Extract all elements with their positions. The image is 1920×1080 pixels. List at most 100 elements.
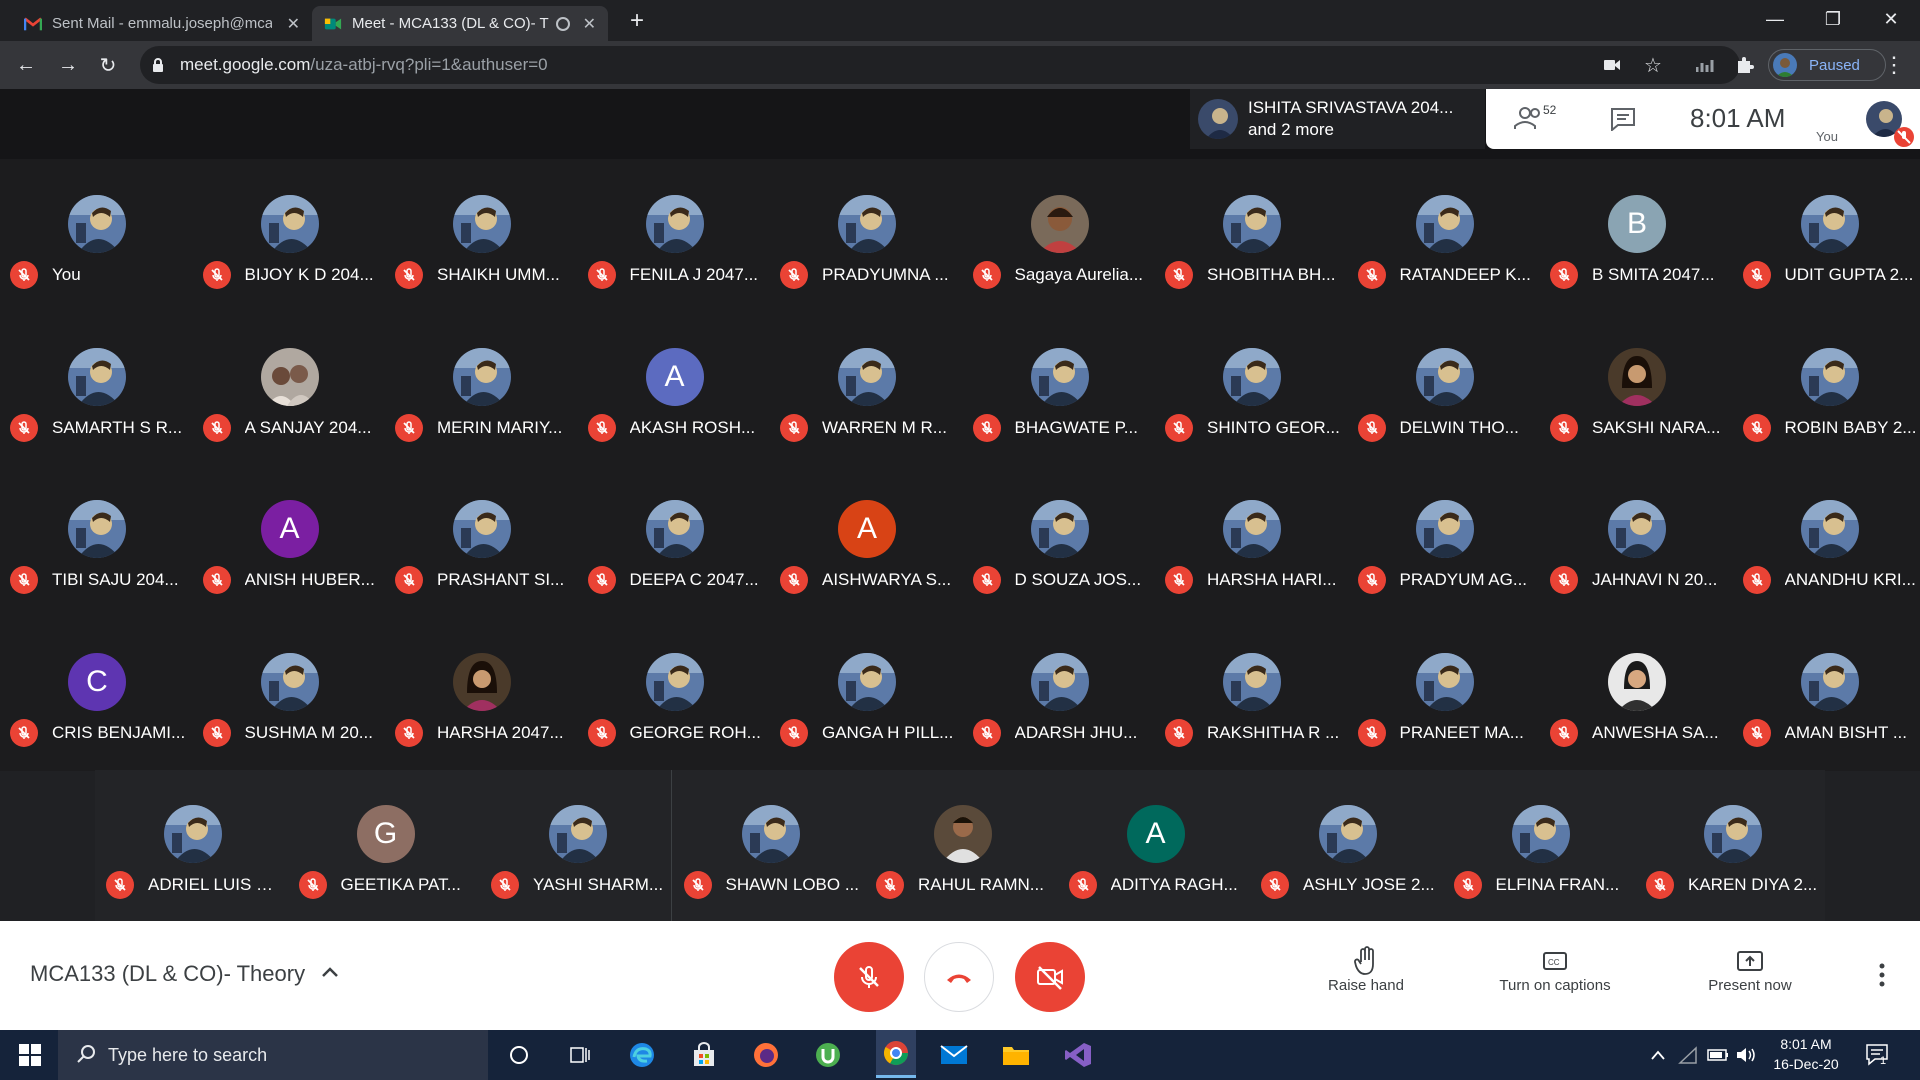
reload-button[interactable]: ↻ <box>92 49 124 81</box>
participant-tile[interactable]: PRADYUMNA ... <box>770 159 962 311</box>
firefox-icon[interactable] <box>750 1039 782 1071</box>
mic-off-icon <box>780 261 808 289</box>
participant-tile[interactable]: ANANDHU KRI... <box>1733 464 1920 616</box>
lock-icon[interactable] <box>148 55 168 75</box>
close-tab-icon[interactable]: ✕ <box>583 14 596 34</box>
tab-gmail[interactable]: Sent Mail - emmalu.joseph@mca ✕ <box>12 6 312 41</box>
present-now-button[interactable]: Present now <box>1690 945 1810 1009</box>
file-explorer-icon[interactable] <box>1000 1039 1032 1071</box>
participant-tile[interactable]: D SOUZA JOS... <box>963 464 1155 616</box>
store-icon[interactable] <box>688 1039 720 1071</box>
participant-tile[interactable]: GEORGE ROH... <box>578 617 770 769</box>
participant-tile[interactable]: PRADYUM AG... <box>1348 464 1540 616</box>
participant-tile[interactable]: SHAWN LOBO ... <box>674 769 866 921</box>
participant-tile[interactable]: ADARSH JHU... <box>963 617 1155 769</box>
participant-tile[interactable]: A ADITYA RAGH... <box>1059 769 1251 921</box>
participant-tile[interactable]: SUSHMA M 20... <box>193 617 385 769</box>
camera-icon[interactable] <box>1602 55 1622 75</box>
participant-tile[interactable]: PRANEET MA... <box>1348 617 1540 769</box>
participant-tile[interactable]: RAKSHITHA R ... <box>1155 617 1347 769</box>
leave-call-button[interactable] <box>924 942 994 1012</box>
more-options-icon[interactable] <box>1870 955 1894 995</box>
participant-tile[interactable]: ADRIEL LUIS G... <box>96 769 288 921</box>
participant-tile[interactable]: DELWIN THO... <box>1348 312 1540 464</box>
visual-studio-icon[interactable] <box>1062 1039 1094 1071</box>
participant-tile[interactable]: UDIT GUPTA 2... <box>1733 159 1920 311</box>
participant-tile[interactable]: SAKSHI NARA... <box>1540 312 1732 464</box>
participant-tile[interactable]: PRASHANT SI... <box>385 464 577 616</box>
participant-tile[interactable]: RATANDEEP K... <box>1348 159 1540 311</box>
chrome-taskbar-icon[interactable] <box>876 1030 916 1078</box>
participant-tile[interactable]: Sagaya Aurelia... <box>963 159 1155 311</box>
participant-tile[interactable]: HARSHA 2047... <box>385 617 577 769</box>
edge-icon[interactable] <box>626 1039 658 1071</box>
task-view-icon[interactable] <box>564 1039 596 1071</box>
mic-off-icon <box>1646 871 1674 899</box>
restore-button[interactable]: ❐ <box>1804 0 1862 38</box>
participant-tile[interactable]: A ANISH HUBER... <box>193 464 385 616</box>
participant-name: ELFINA FRAN... <box>1495 875 1620 894</box>
participant-tile[interactable]: HARSHA HARI... <box>1155 464 1347 616</box>
participant-tile[interactable]: MERIN MARIY... <box>385 312 577 464</box>
back-button[interactable]: ← <box>10 49 42 81</box>
participant-tile[interactable]: ANWESHA SA... <box>1540 617 1732 769</box>
participant-tile[interactable]: A AISHWARYA S... <box>770 464 962 616</box>
taskbar-search-box[interactable]: Type here to search <box>58 1030 488 1080</box>
extensions-icon[interactable] <box>1729 49 1761 81</box>
chat-icon[interactable] <box>1610 107 1636 136</box>
participant-tile[interactable]: G GEETIKA PAT... <box>289 769 481 921</box>
notification-icon[interactable]: 1 <box>1862 1039 1894 1071</box>
participant-tile[interactable]: SHOBITHA BH... <box>1155 159 1347 311</box>
participant-tile[interactable]: ASHLY JOSE 2... <box>1251 769 1443 921</box>
profile-button[interactable]: Paused <box>1768 49 1886 81</box>
tray-chevron-icon[interactable] <box>1648 1039 1668 1071</box>
participant-tile[interactable]: A AKASH ROSH... <box>578 312 770 464</box>
participant-tile[interactable]: SHINTO GEOR... <box>1155 312 1347 464</box>
participant-tile[interactable]: ROBIN BABY 2... <box>1733 312 1920 464</box>
utorrent-icon[interactable] <box>812 1039 844 1071</box>
meeting-title[interactable]: MCA133 (DL & CO)- Theory <box>30 961 305 987</box>
metrics-icon[interactable] <box>1690 49 1722 81</box>
captions-button[interactable]: CC Turn on captions <box>1480 945 1630 1009</box>
close-window-button[interactable]: ✕ <box>1862 0 1920 38</box>
people-icon[interactable] <box>1514 105 1544 136</box>
participant-tile[interactable]: AMAN BISHT ... <box>1733 617 1920 769</box>
participant-tile[interactable]: You <box>0 159 192 311</box>
battery-icon[interactable] <box>1706 1039 1730 1071</box>
browser-menu-icon[interactable]: ⋮ <box>1878 49 1910 81</box>
participant-tile[interactable]: BHAGWATE P... <box>963 312 1155 464</box>
network-icon[interactable] <box>1676 1039 1700 1071</box>
address-bar[interactable]: meet.google.com/uza-atbj-rvq?pli=1&authu… <box>140 46 1740 84</box>
participant-tile[interactable]: C CRIS BENJAMI... <box>0 617 192 769</box>
participant-tile[interactable]: TIBI SAJU 204... <box>0 464 192 616</box>
participant-tile[interactable]: JAHNAVI N 20... <box>1540 464 1732 616</box>
participant-tile[interactable]: DEEPA C 2047... <box>578 464 770 616</box>
raise-hand-button[interactable]: Raise hand <box>1306 945 1426 1009</box>
chevron-up-icon[interactable] <box>318 961 342 985</box>
participant-tile[interactable]: BIJOY K D 204... <box>193 159 385 311</box>
participant-tile[interactable]: ELFINA FRAN... <box>1444 769 1636 921</box>
windows-start-icon[interactable] <box>14 1039 46 1071</box>
participant-tile[interactable]: SHAIKH UMM... <box>385 159 577 311</box>
camera-toggle-button[interactable] <box>1015 942 1085 1012</box>
new-tab-button[interactable]: + <box>624 7 650 34</box>
tab-meet[interactable]: Meet - MCA133 (DL & CO)- T ✕ <box>312 6 608 41</box>
close-tab-icon[interactable]: ✕ <box>287 14 300 34</box>
participant-tile[interactable]: FENILA J 2047... <box>578 159 770 311</box>
tray-clock[interactable]: 8:01 AM 16-Dec-20 <box>1766 1034 1846 1074</box>
mail-icon[interactable] <box>938 1039 970 1071</box>
participant-tile[interactable]: YASHI SHARM... <box>481 769 673 921</box>
participant-tile[interactable]: SAMARTH S R... <box>0 312 192 464</box>
participant-tile[interactable]: GANGA H PILL... <box>770 617 962 769</box>
participant-tile[interactable]: KAREN DIYA 2... <box>1636 769 1828 921</box>
participant-tile[interactable]: WARREN M R... <box>770 312 962 464</box>
participant-tile[interactable]: RAHUL RAMN... <box>866 769 1058 921</box>
star-icon[interactable]: ☆ <box>1643 55 1663 77</box>
cortana-icon[interactable] <box>503 1039 535 1071</box>
minimize-button[interactable]: — <box>1746 0 1804 38</box>
forward-button[interactable]: → <box>52 49 84 81</box>
microphone-toggle-button[interactable] <box>834 942 904 1012</box>
volume-icon[interactable] <box>1734 1039 1758 1071</box>
participant-tile[interactable]: B B SMITA 2047... <box>1540 159 1732 311</box>
participant-tile[interactable]: A SANJAY 204... <box>193 312 385 464</box>
